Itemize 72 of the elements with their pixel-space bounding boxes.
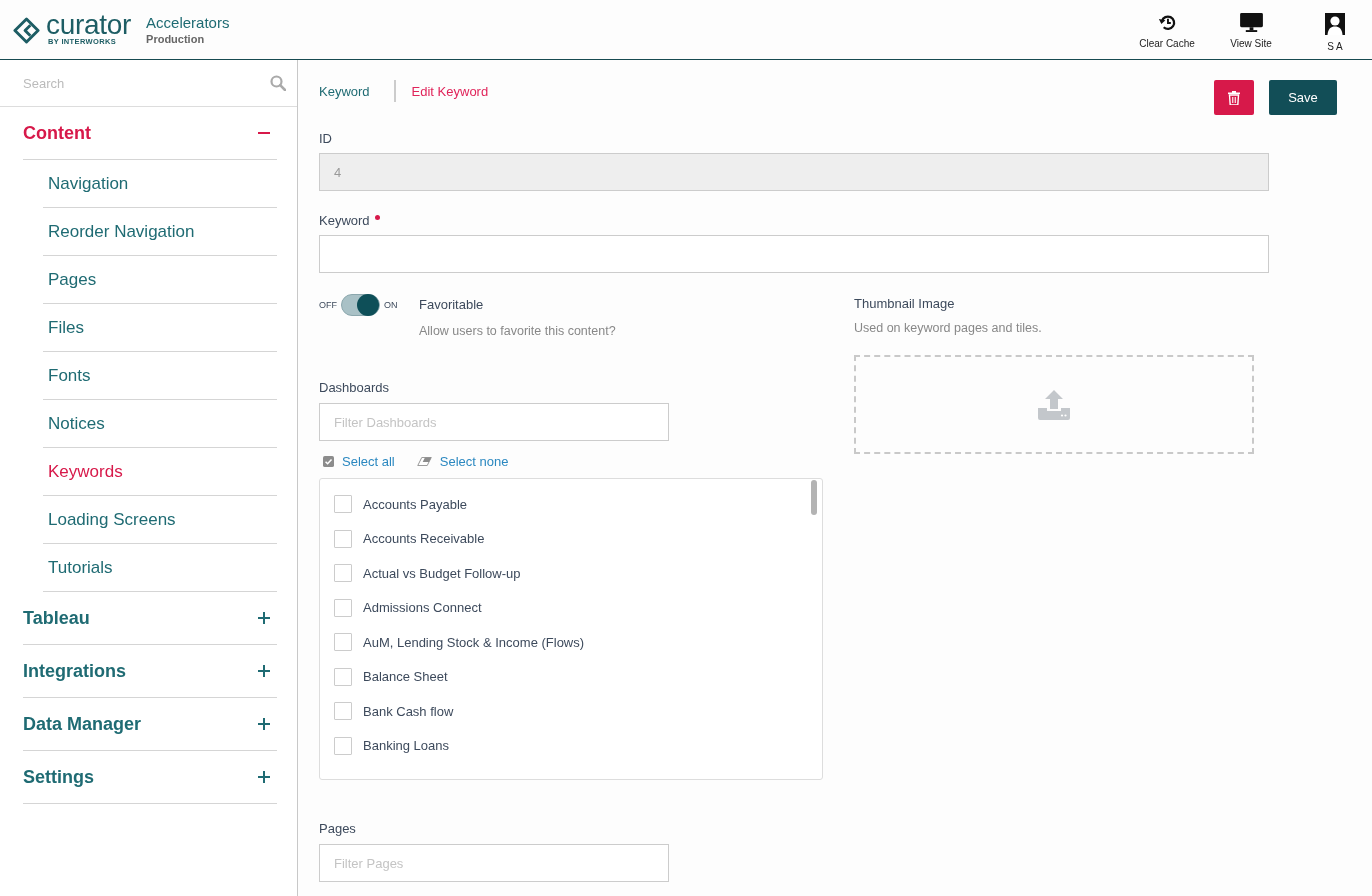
nav-section[interactable]: Data Manager	[23, 698, 277, 751]
field-label: Keyword	[319, 213, 370, 229]
upload-dropzone[interactable]	[854, 355, 1254, 454]
site-name: Accelerators	[146, 13, 230, 32]
text-field[interactable]	[319, 235, 1269, 273]
checkbox[interactable]	[334, 667, 352, 686]
nav-section[interactable]: Tableau	[23, 592, 277, 645]
checkbox[interactable]	[334, 598, 352, 617]
plus-icon[interactable]	[258, 718, 270, 730]
delete-button[interactable]	[1214, 80, 1254, 115]
history-icon	[1157, 13, 1177, 32]
thumbnail-label: Thumbnail Image	[854, 296, 956, 312]
nav-item[interactable]: Fonts	[43, 352, 277, 400]
checkbox[interactable]	[334, 564, 352, 583]
checkbox[interactable]	[334, 702, 352, 721]
plus-icon[interactable]	[258, 771, 270, 783]
trash-icon	[1228, 90, 1240, 105]
view-site-button[interactable]: View Site	[1214, 0, 1288, 59]
select-all-link[interactable]: Select all	[323, 453, 395, 469]
dashboard-name: Accounts Receivable	[363, 531, 485, 547]
filter-field[interactable]: Filter Pages	[319, 844, 669, 882]
nav-item[interactable]: Reorder Navigation	[43, 208, 277, 256]
search-icon[interactable]	[270, 75, 286, 91]
breadcrumb-link[interactable]: Keyword	[319, 83, 370, 99]
checkbox-icon	[323, 455, 334, 467]
on-label: ON	[384, 300, 398, 310]
dashboard-name: Balance Sheet	[363, 669, 448, 685]
checkbox[interactable]	[334, 495, 352, 514]
thumbnail-description: Used on keyword pages and tiles.	[854, 320, 1043, 336]
filter-field[interactable]: Filter Dashboards	[319, 403, 669, 441]
nav-section[interactable]: Content	[23, 107, 277, 160]
nav-section[interactable]: Settings	[23, 751, 277, 804]
favoritable-description: Allow users to favorite this content?	[419, 323, 616, 339]
checkbox[interactable]	[334, 736, 352, 755]
dashboard-name: Banking Loans	[363, 738, 449, 754]
nav-item[interactable]: Notices	[43, 400, 277, 448]
monitor-icon	[1239, 13, 1263, 32]
nav-item[interactable]: Loading Screens	[43, 496, 277, 544]
scrollbar[interactable]	[811, 480, 817, 515]
save-button[interactable]: Save	[1269, 80, 1337, 115]
off-label: OFF	[319, 300, 337, 310]
logo-icon	[13, 17, 40, 44]
dashboard-name: Actual vs Budget Follow-up	[363, 565, 521, 581]
user-silhouette-icon	[1325, 13, 1345, 35]
field-label: ID	[319, 131, 332, 147]
eraser-icon	[416, 456, 432, 466]
toggle-switch[interactable]	[341, 294, 380, 316]
logo-wordmark: curator	[46, 13, 132, 37]
nav-item[interactable]: Pages	[43, 256, 277, 304]
pages-label: Pages	[319, 821, 356, 837]
checkbox[interactable]	[334, 529, 352, 548]
breadcrumb-link[interactable]: Edit Keyword	[411, 83, 489, 99]
clear-cache-button[interactable]: Clear Cache	[1130, 0, 1204, 59]
dashboard-name: Accounts Payable	[363, 496, 468, 512]
upload-icon	[1038, 389, 1070, 420]
favoritable-label: Favoritable	[419, 296, 485, 314]
nav-item[interactable]: Files	[43, 304, 277, 352]
plus-icon[interactable]	[258, 612, 270, 624]
dashboards-label: Dashboards	[319, 380, 390, 396]
checkbox[interactable]	[334, 633, 352, 652]
search-field[interactable]: Search	[23, 73, 270, 93]
plus-icon[interactable]	[258, 665, 270, 677]
dashboard-name: Admissions Connect	[363, 600, 482, 616]
user-menu-button[interactable]: S A	[1298, 0, 1372, 59]
dashboard-name: Bank Cash flow	[363, 703, 454, 719]
nav-item[interactable]: Keywords	[43, 448, 277, 496]
environment-label: Production	[146, 31, 206, 46]
nav-item[interactable]: Navigation	[43, 160, 277, 208]
nav-item[interactable]: Tutorials	[43, 544, 277, 592]
nav-section[interactable]: Integrations	[23, 645, 277, 698]
dashboard-name: AuM, Lending Stock & Income (Flows)	[363, 634, 585, 650]
select-none-link[interactable]: Select none	[416, 453, 509, 469]
